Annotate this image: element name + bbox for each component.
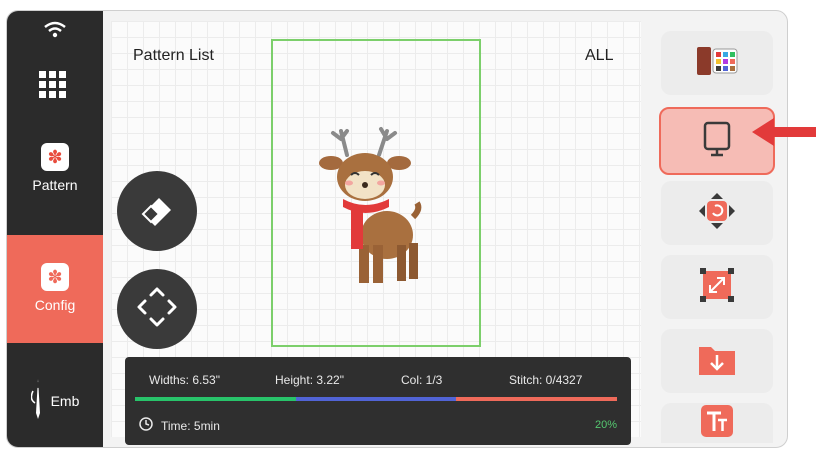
- progress-percent: 20%: [594, 419, 617, 431]
- eraser-button[interactable]: [117, 171, 197, 251]
- pattern-frame[interactable]: [271, 39, 481, 347]
- wifi-icon: [43, 21, 67, 44]
- rotate-button[interactable]: [661, 181, 773, 245]
- eraser-icon: [137, 192, 177, 231]
- grid-icon[interactable]: [39, 71, 66, 98]
- color-progress-bar: [135, 397, 617, 401]
- resize-icon: [697, 265, 737, 310]
- tool-column: [657, 21, 779, 443]
- color-segment: [135, 397, 296, 401]
- time-value: Time: 5min: [161, 418, 220, 433]
- height-value: Height: 3.22": [275, 373, 344, 387]
- resize-button[interactable]: [661, 255, 773, 319]
- thread-palette-button[interactable]: [661, 31, 773, 95]
- needle-icon: [30, 379, 45, 422]
- sidebar-item-emb[interactable]: Emb: [7, 361, 103, 431]
- deer-pattern-preview: [319, 127, 422, 283]
- widths-value: Widths: 6.53": [149, 373, 220, 387]
- folder-download-icon: [697, 341, 737, 382]
- sidebar-item-label: Pattern: [32, 177, 78, 193]
- pattern-canvas[interactable]: Pattern List ALL Widths: 6.53" Height: 3…: [111, 21, 641, 445]
- config-icon: ✽: [41, 263, 69, 291]
- rotate-icon: [697, 191, 737, 236]
- folder-download-button[interactable]: [661, 329, 773, 393]
- text-edit-button[interactable]: [661, 403, 773, 443]
- sidebar: ✽ Pattern ✽ Config Emb: [7, 11, 103, 447]
- sidebar-item-label: Emb: [50, 392, 80, 409]
- filter-all-button[interactable]: ALL: [585, 47, 613, 65]
- stitch-count-value: Stitch: 0/4327: [509, 373, 583, 387]
- color-segment: [456, 397, 617, 401]
- frame-trace-icon: [697, 119, 737, 164]
- device-screen: ✽ Pattern ✽ Config Emb Pattern List ALL …: [6, 10, 788, 448]
- sidebar-item-label: Config: [34, 297, 76, 313]
- highlight-arrow-icon: [750, 116, 820, 153]
- clock-icon: [139, 417, 153, 434]
- color-segment: [295, 397, 457, 401]
- sidebar-item-pattern[interactable]: ✽ Pattern: [7, 143, 103, 223]
- time-row: Time: 5min: [139, 417, 220, 434]
- thread-palette-icon: [695, 45, 739, 82]
- page-title: Pattern List: [133, 47, 214, 64]
- move-icon: [135, 285, 179, 334]
- color-count-value: Col: 1/3: [401, 373, 443, 387]
- text-edit-icon: [697, 401, 737, 446]
- pattern-icon: ✽: [41, 143, 69, 171]
- sidebar-item-config[interactable]: ✽ Config: [7, 235, 103, 343]
- pattern-info-panel: Widths: 6.53" Height: 3.22" Col: 1/3 Sti…: [125, 357, 631, 445]
- move-button[interactable]: [117, 269, 197, 349]
